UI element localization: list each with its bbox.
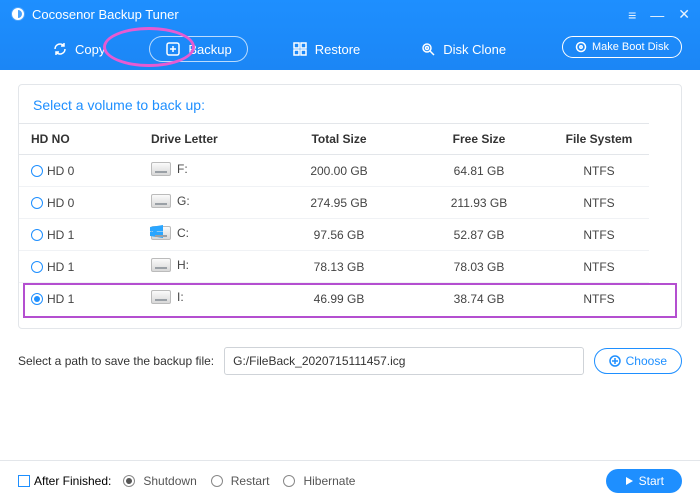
grid-icon — [292, 41, 308, 57]
opt-restart[interactable]: Restart — [211, 474, 270, 488]
option-label: Restart — [231, 474, 270, 488]
cell-free: 211.93 GB — [409, 187, 549, 219]
radio-icon — [283, 475, 295, 487]
plus-circle-icon — [609, 355, 621, 367]
radio-icon — [31, 197, 43, 209]
radio-icon — [31, 229, 43, 241]
cell-free: 38.74 GB — [409, 283, 549, 315]
cell-total: 46.99 GB — [269, 283, 409, 315]
drive-icon — [151, 194, 171, 208]
tab-backup[interactable]: Backup — [149, 36, 247, 62]
radio-icon — [211, 475, 223, 487]
cell-drive: H: — [177, 258, 189, 272]
tab-copy[interactable]: Copy — [36, 36, 121, 62]
table-row[interactable]: HD 0 G: 274.95 GB211.93 GBNTFS — [19, 187, 681, 219]
option-label: Shutdown — [143, 474, 196, 488]
cell-hd: HD 1 — [47, 292, 74, 306]
radio-icon — [31, 165, 43, 177]
col-fs: File System — [549, 124, 649, 155]
path-input[interactable] — [224, 347, 584, 375]
col-hdno: HD NO — [19, 124, 139, 155]
cell-free: 78.03 GB — [409, 251, 549, 283]
minimize-icon[interactable]: — — [650, 7, 664, 23]
tab-restore[interactable]: Restore — [276, 36, 377, 62]
cell-fs: NTFS — [549, 219, 649, 251]
path-label: Select a path to save the backup file: — [18, 354, 214, 368]
cell-hd: HD 0 — [47, 164, 74, 178]
plus-box-icon — [165, 41, 181, 57]
button-label: Choose — [626, 354, 667, 368]
button-label: Make Boot Disk — [592, 41, 669, 53]
opt-shutdown[interactable]: Shutdown — [123, 474, 196, 488]
cell-total: 97.56 GB — [269, 219, 409, 251]
table-row[interactable]: HD 1 H: 78.13 GB78.03 GBNTFS — [19, 251, 681, 283]
app-title: Cocosenor Backup Tuner — [10, 6, 179, 22]
play-icon — [624, 476, 634, 486]
tab-label: Restore — [315, 42, 361, 57]
cell-drive: C: — [177, 226, 189, 240]
cell-total: 274.95 GB — [269, 187, 409, 219]
cell-drive: G: — [177, 194, 190, 208]
cell-total: 200.00 GB — [269, 155, 409, 187]
opt-hibernate[interactable]: Hibernate — [283, 474, 355, 488]
panel-title: Select a volume to back up: — [19, 85, 681, 123]
cell-free: 64.81 GB — [409, 155, 549, 187]
menu-icon[interactable]: ≡ — [628, 7, 636, 23]
cell-hd: HD 0 — [47, 196, 74, 210]
option-label: Hibernate — [303, 474, 355, 488]
drive-icon — [151, 258, 171, 272]
close-icon[interactable]: ✕ — [678, 6, 690, 23]
cell-free: 52.87 GB — [409, 219, 549, 251]
footer: After Finished: Shutdown Restart Hiberna… — [0, 460, 700, 500]
radio-icon — [31, 261, 43, 273]
tab-label: Copy — [75, 42, 105, 57]
cell-drive: I: — [177, 290, 184, 304]
drive-icon — [151, 290, 171, 304]
cell-drive: F: — [177, 162, 188, 176]
table-row[interactable]: HD 1 C: 97.56 GB52.87 GBNTFS — [19, 219, 681, 251]
cell-total: 78.13 GB — [269, 251, 409, 283]
app-header: Cocosenor Backup Tuner ≡ — ✕ Copy Backup… — [0, 0, 700, 70]
volume-panel: Select a volume to back up: HD NO Drive … — [18, 84, 682, 329]
button-label: Start — [639, 474, 664, 488]
cell-fs: NTFS — [549, 187, 649, 219]
col-total: Total Size — [269, 124, 409, 155]
volume-table: HD NO Drive Letter Total Size Free Size … — [19, 123, 681, 314]
tab-label: Backup — [188, 42, 231, 57]
tab-disk-clone[interactable]: Disk Clone — [404, 36, 522, 62]
disc-icon — [575, 41, 587, 53]
drive-icon — [151, 162, 171, 176]
tab-label: Disk Clone — [443, 42, 506, 57]
start-button[interactable]: Start — [606, 469, 682, 493]
radio-icon — [31, 293, 43, 305]
cell-hd: HD 1 — [47, 228, 74, 242]
app-logo-icon — [10, 6, 26, 22]
table-row[interactable]: HD 0 F: 200.00 GB64.81 GBNTFS — [19, 155, 681, 187]
app-title-text: Cocosenor Backup Tuner — [32, 7, 179, 22]
make-boot-disk-button[interactable]: Make Boot Disk — [562, 36, 682, 58]
cell-hd: HD 1 — [47, 260, 74, 274]
cell-fs: NTFS — [549, 283, 649, 315]
search-disk-icon — [420, 41, 436, 57]
col-drive: Drive Letter — [139, 124, 269, 155]
choose-button[interactable]: Choose — [594, 348, 682, 374]
path-row: Select a path to save the backup file: C… — [18, 347, 682, 375]
after-finished-checkbox[interactable] — [18, 475, 30, 487]
after-finished-label: After Finished: — [34, 474, 111, 488]
col-free: Free Size — [409, 124, 549, 155]
drive-icon — [151, 226, 171, 240]
cell-fs: NTFS — [549, 251, 649, 283]
refresh-icon — [52, 41, 68, 57]
cell-fs: NTFS — [549, 155, 649, 187]
radio-icon — [123, 475, 135, 487]
tab-bar: Copy Backup Restore Disk Clone — [36, 36, 522, 62]
table-row[interactable]: HD 1 I: 46.99 GB38.74 GBNTFS — [19, 283, 681, 315]
